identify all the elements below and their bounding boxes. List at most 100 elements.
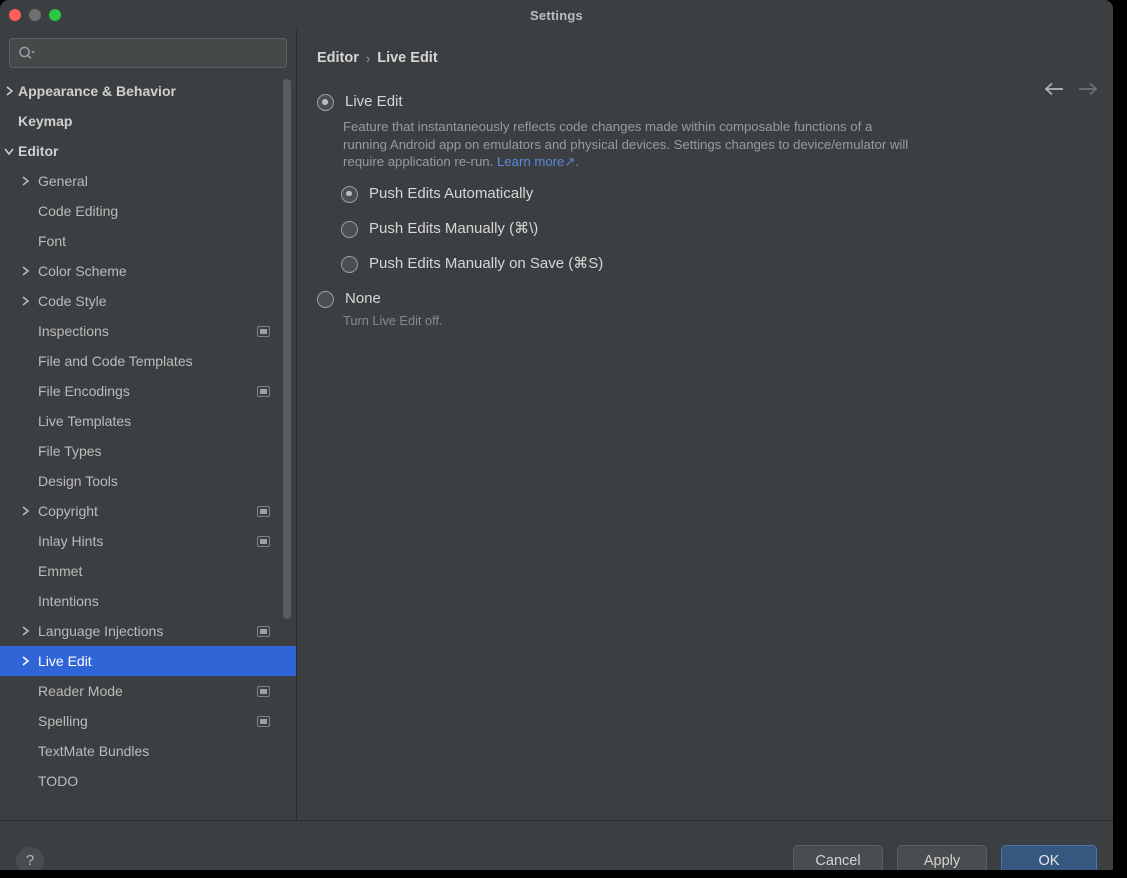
project-scope-icon xyxy=(257,385,270,397)
sidebar-item-file-types[interactable]: File Types xyxy=(0,436,296,466)
sidebar-item-label: Appearance & Behavior xyxy=(18,83,176,99)
live-edit-radio[interactable] xyxy=(317,94,334,111)
push-automatic-label: Push Edits Automatically xyxy=(369,184,534,202)
sidebar-item-code-style[interactable]: Code Style xyxy=(0,286,296,316)
push-manual-label: Push Edits Manually (⌘\) xyxy=(369,219,539,237)
minimize-window-button[interactable] xyxy=(29,9,41,21)
sidebar-item-label: Language Injections xyxy=(38,623,164,639)
chevron-right-icon[interactable] xyxy=(18,175,32,187)
chevron-right-icon[interactable] xyxy=(2,85,16,97)
sidebar-item-emmet[interactable]: Emmet xyxy=(0,556,296,586)
sidebar-item-label: Spelling xyxy=(38,713,88,729)
sidebar-item-file-and-code-templates[interactable]: File and Code Templates xyxy=(0,346,296,376)
close-window-button[interactable] xyxy=(9,9,21,21)
sidebar-item-appearance-behavior[interactable]: Appearance & Behavior xyxy=(0,76,296,106)
none-radio-row[interactable]: None xyxy=(317,289,1093,308)
sidebar-item-label: File Types xyxy=(38,443,102,459)
breadcrumb-parent[interactable]: Editor xyxy=(317,50,359,66)
sidebar-item-label: Intentions xyxy=(38,593,99,609)
project-scope-icon xyxy=(257,685,270,697)
breadcrumb: Editor › Live Edit xyxy=(317,30,1093,74)
sidebar-item-label: Inlay Hints xyxy=(38,533,104,549)
sidebar-item-file-encodings[interactable]: File Encodings xyxy=(0,376,296,406)
sidebar-item-label: Live Edit xyxy=(38,653,92,669)
chevron-right-icon[interactable] xyxy=(18,625,32,637)
sidebar-item-editor[interactable]: Editor xyxy=(0,136,296,166)
sidebar-item-label: Copyright xyxy=(38,503,98,519)
none-radio[interactable] xyxy=(317,290,334,308)
chevron-right-icon[interactable] xyxy=(18,295,32,307)
sidebar-item-font[interactable]: Font xyxy=(0,226,296,256)
search-input[interactable] xyxy=(41,45,278,61)
chevron-right-icon[interactable] xyxy=(18,505,32,517)
search-container xyxy=(0,30,296,74)
sidebar-item-live-edit[interactable]: Live Edit xyxy=(0,646,296,676)
push-manual-save-radio[interactable] xyxy=(341,255,358,273)
sidebar-item-label: Design Tools xyxy=(38,473,118,489)
project-scope-icon xyxy=(257,535,270,547)
breadcrumb-current: Live Edit xyxy=(377,50,438,66)
live-edit-radio-row[interactable]: Live Edit xyxy=(317,92,1093,111)
push-automatic-row[interactable]: Push Edits Automatically xyxy=(341,184,1093,203)
cancel-button[interactable]: Cancel xyxy=(793,844,883,870)
back-arrow-icon[interactable] xyxy=(1043,82,1065,96)
sidebar-item-live-templates[interactable]: Live Templates xyxy=(0,406,296,436)
search-icon xyxy=(18,46,36,60)
sidebar-item-intentions[interactable]: Intentions xyxy=(0,586,296,616)
search-field[interactable] xyxy=(9,38,287,68)
apply-button[interactable]: Apply xyxy=(897,844,987,870)
window-body: Appearance & Behavior Keymap Editor General… xyxy=(0,30,1113,820)
sidebar-item-label: File Encodings xyxy=(38,383,130,399)
sidebar-item-language-injections[interactable]: Language Injections xyxy=(0,616,296,646)
sidebar-item-label: Editor xyxy=(18,143,59,159)
help-button[interactable]: ? xyxy=(16,846,44,870)
sidebar-item-code-editing[interactable]: Code Editing xyxy=(0,196,296,226)
sidebar-item-design-tools[interactable]: Design Tools xyxy=(0,466,296,496)
sidebar-item-label: TextMate Bundles xyxy=(38,743,150,759)
sidebar-scrollbar[interactable] xyxy=(283,79,291,619)
live-edit-description-suffix: . xyxy=(575,154,580,169)
learn-more-link[interactable]: Learn more xyxy=(497,154,564,169)
sidebar-item-label: Color Scheme xyxy=(38,263,127,279)
sidebar-item-label: Keymap xyxy=(18,113,73,129)
live-edit-description-text: Feature that instantaneously reflects co… xyxy=(343,119,909,169)
sidebar-item-inspections[interactable]: Inspections xyxy=(0,316,296,346)
project-scope-icon xyxy=(257,625,270,637)
none-radio-label: None xyxy=(345,289,381,307)
chevron-right-icon[interactable] xyxy=(18,265,32,277)
sidebar-item-keymap[interactable]: Keymap xyxy=(0,106,296,136)
external-link-icon[interactable]: ↗ xyxy=(564,154,575,169)
navigation-arrows xyxy=(1043,82,1099,96)
chevron-down-icon[interactable] xyxy=(2,147,16,156)
sidebar-item-inlay-hints[interactable]: Inlay Hints xyxy=(0,526,296,556)
window-title: Settings xyxy=(530,7,583,23)
sidebar-item-label: Live Templates xyxy=(38,413,132,429)
sidebar-item-reader-mode[interactable]: Reader Mode xyxy=(0,676,296,706)
sidebar-item-label: TODO xyxy=(38,773,79,789)
push-manual-save-label: Push Edits Manually on Save (⌘S) xyxy=(369,254,604,272)
none-description: Turn Live Edit off. xyxy=(343,312,443,328)
sidebar-item-copyright[interactable]: Copyright xyxy=(0,496,296,526)
sidebar-item-label: File and Code Templates xyxy=(38,353,193,369)
sidebar-item-label: Reader Mode xyxy=(38,683,123,699)
sidebar-item-todo[interactable]: TODO xyxy=(0,766,296,796)
zoom-window-button[interactable] xyxy=(49,9,61,21)
push-manual-radio[interactable] xyxy=(341,220,358,238)
settings-main-panel: Editor › Live Edit Live Edit Feature tha… xyxy=(297,30,1113,820)
sidebar-item-label: Emmet xyxy=(38,563,83,579)
sidebar-item-spelling[interactable]: Spelling xyxy=(0,706,296,736)
dialog-footer: ? Cancel Apply OK xyxy=(0,820,1113,870)
sidebar-item-textmate-bundles[interactable]: TextMate Bundles xyxy=(0,736,296,766)
sidebar-item-general[interactable]: General xyxy=(0,166,296,196)
forward-arrow-icon xyxy=(1077,82,1099,96)
ok-button[interactable]: OK xyxy=(1001,844,1097,870)
push-manual-save-row[interactable]: Push Edits Manually on Save (⌘S) xyxy=(341,254,1093,273)
sidebar-item-color-scheme[interactable]: Color Scheme xyxy=(0,256,296,286)
push-manual-row[interactable]: Push Edits Manually (⌘\) xyxy=(341,219,1093,238)
live-edit-radio-label: Live Edit xyxy=(345,93,403,110)
breadcrumb-separator-icon: › xyxy=(365,50,371,66)
chevron-right-icon[interactable] xyxy=(18,655,32,667)
project-scope-icon xyxy=(257,325,270,337)
push-automatic-radio[interactable] xyxy=(341,185,358,203)
project-scope-icon xyxy=(257,715,270,727)
